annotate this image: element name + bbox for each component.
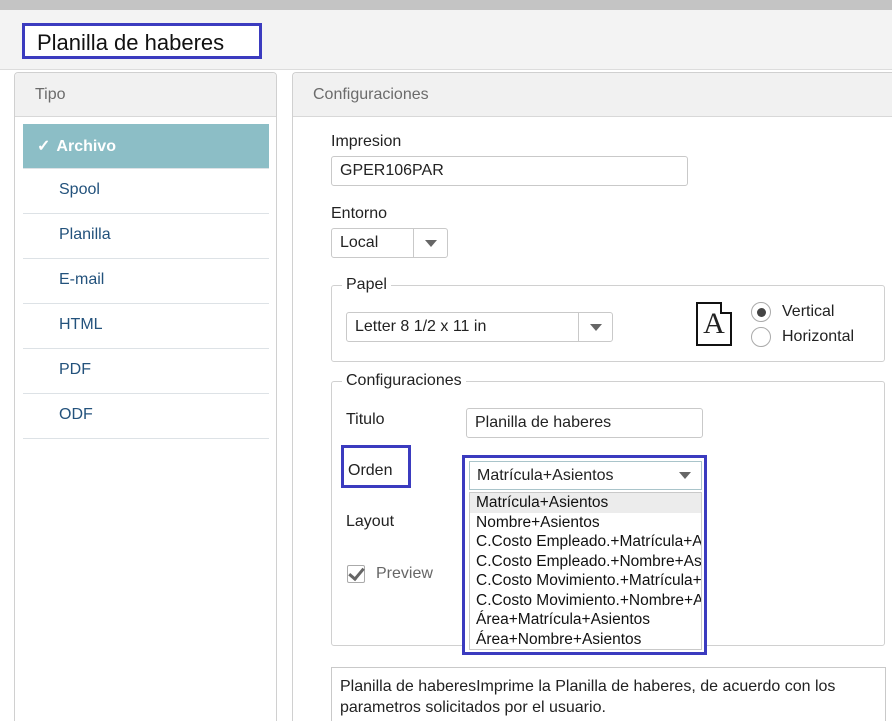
tipo-item-planilla[interactable]: Planilla xyxy=(23,214,269,259)
tipo-item-label: Planilla xyxy=(59,226,111,243)
orden-value: Matrícula+Asientos xyxy=(477,467,614,484)
page-title: Planilla de haberes xyxy=(22,23,262,59)
impresion-input[interactable]: GPER106PAR xyxy=(331,156,688,186)
tipo-item-archivo[interactable]: ✓ Archivo xyxy=(23,124,269,169)
preview-checkbox[interactable] xyxy=(347,565,365,583)
orden-label: Orden xyxy=(341,445,411,488)
tipo-item-label: Spool xyxy=(59,181,100,198)
orden-option[interactable]: Área+Nombre+Asientos xyxy=(470,630,701,650)
orden-option[interactable]: C.Costo Movimiento.+Matrícula+Asientos xyxy=(470,571,701,591)
tipo-panel-heading: Tipo xyxy=(15,73,276,117)
entorno-value: Local xyxy=(340,234,379,251)
tipo-item-pdf[interactable]: PDF xyxy=(23,349,269,394)
paper-size-select[interactable]: Letter 8 1/2 x 11 in xyxy=(346,312,613,342)
orden-dropdown: Matrícula+Asientos Matrícula+Asientos No… xyxy=(462,455,707,655)
vertical-radio[interactable] xyxy=(751,302,771,322)
chevron-down-icon[interactable] xyxy=(413,229,447,257)
orden-option[interactable]: Nombre+Asientos xyxy=(470,513,701,533)
titulo-input[interactable]: Planilla de haberes xyxy=(466,408,703,438)
orden-option[interactable]: Matrícula+Asientos xyxy=(470,493,701,513)
paper-size-value: Letter 8 1/2 x 11 in xyxy=(355,318,487,335)
tipo-item-label: HTML xyxy=(59,316,103,333)
orden-option[interactable]: Área+Matrícula+Asientos xyxy=(470,610,701,630)
tipo-item-spool[interactable]: Spool xyxy=(23,169,269,214)
horizontal-radio[interactable] xyxy=(751,327,771,347)
impresion-label: Impresion xyxy=(331,133,402,150)
orden-option[interactable]: C.Costo Empleado.+Nombre+Asientos xyxy=(470,552,701,572)
tipo-item-html[interactable]: HTML xyxy=(23,304,269,349)
layout-label: Layout xyxy=(346,513,395,530)
orden-select[interactable]: Matrícula+Asientos xyxy=(469,461,702,490)
document-icon: A xyxy=(696,302,732,346)
tipo-item-label: Archivo xyxy=(56,138,116,155)
tipo-item-label: ODF xyxy=(59,406,93,423)
papel-legend: Papel xyxy=(342,276,391,294)
entorno-select[interactable]: Local xyxy=(331,228,448,258)
orden-option[interactable]: C.Costo Movimiento.+Nombre+Asientos xyxy=(470,591,701,611)
check-icon: ✓ xyxy=(37,138,51,155)
tipo-panel: Tipo ✓ Archivo Spool Planilla E-mail HTML… xyxy=(14,72,277,721)
orden-label-text: Orden xyxy=(348,462,393,479)
tipo-item-label: E-mail xyxy=(59,271,105,288)
header-bar: Planilla de haberes xyxy=(0,10,892,70)
vertical-label: Vertical xyxy=(782,303,835,320)
titulo-label: Titulo xyxy=(346,411,385,428)
chevron-down-icon[interactable] xyxy=(669,462,701,489)
config-panel-heading: Configuraciones xyxy=(293,73,892,117)
tipo-item-email[interactable]: E-mail xyxy=(23,259,269,304)
horizontal-label: Horizontal xyxy=(782,328,855,345)
orden-option[interactable]: C.Costo Empleado.+Matrícula+Asientos xyxy=(470,532,701,552)
settings-legend: Configuraciones xyxy=(342,372,466,390)
window-top-bar xyxy=(0,0,892,10)
tipo-list: ✓ Archivo Spool Planilla E-mail HTML PDF … xyxy=(23,124,269,439)
tipo-item-odf[interactable]: ODF xyxy=(23,394,269,439)
preview-label: Preview xyxy=(376,565,433,582)
tipo-item-label: PDF xyxy=(59,361,91,378)
description-text: Planilla de haberesImprime la Planilla d… xyxy=(331,667,886,721)
orden-options-list: Matrícula+Asientos Nombre+Asientos C.Cos… xyxy=(469,492,702,650)
chevron-down-icon[interactable] xyxy=(578,313,612,341)
entorno-label: Entorno xyxy=(331,205,388,222)
